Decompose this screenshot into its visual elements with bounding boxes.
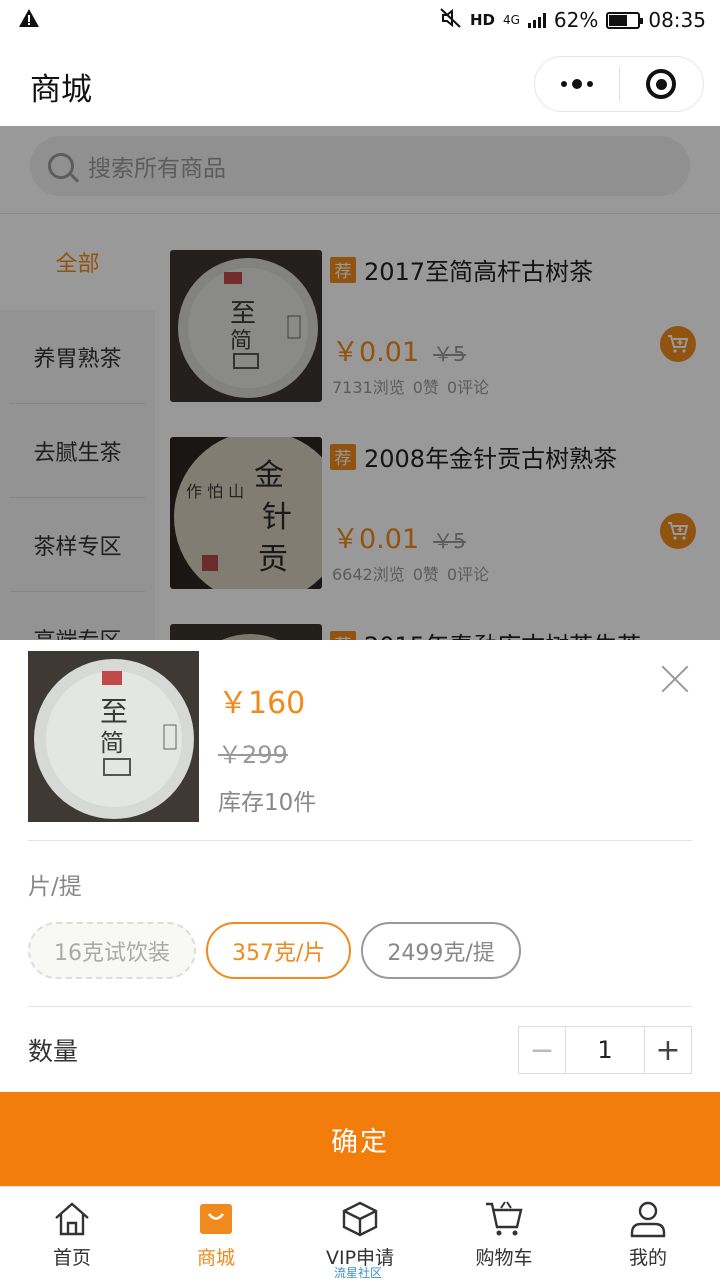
tab-cart[interactable]: 购物车 (432, 1187, 576, 1280)
spec-option-2499g[interactable]: 2499克/提 (361, 922, 521, 979)
tab-label: 商城 (196, 1247, 235, 1269)
decrease-button[interactable]: − (519, 1027, 565, 1073)
hd-icon: HD (469, 11, 495, 29)
signal-icon (527, 12, 546, 28)
user-icon (628, 1199, 668, 1239)
quantity-value[interactable]: 1 (565, 1027, 645, 1073)
mini-program-capsule (534, 56, 704, 112)
sheet-stock: 库存10件 (218, 790, 317, 816)
battery-icon (606, 11, 644, 29)
spec-label: 片/提 (28, 874, 82, 900)
nav-header: 商城 (0, 40, 720, 126)
tab-label: 首页 (52, 1247, 91, 1269)
close-miniprogram-button[interactable] (620, 57, 704, 111)
tab-label: 购物车 (475, 1247, 533, 1269)
tab-mine[interactable]: 我的 (576, 1187, 720, 1280)
sheet-product-image: 至 简 (28, 651, 199, 822)
watermark: 流星社区 (334, 1266, 383, 1280)
box-icon (340, 1199, 380, 1239)
more-button[interactable] (535, 57, 619, 111)
shop-bag-icon (196, 1199, 236, 1239)
confirm-button[interactable]: 确定 (0, 1092, 720, 1186)
clock: 08:35 (648, 8, 706, 32)
svg-text:至: 至 (100, 695, 128, 728)
spec-options: 16克试饮装 357克/片 2499克/提 (28, 922, 521, 979)
spec-selection-sheet: 至 简 ￥160 ￥299 库存10件 片/提 16克试饮装 357克/片 24… (0, 640, 720, 1186)
warning-icon (18, 8, 40, 33)
target-icon (646, 69, 677, 99)
sheet-price: ￥160 (218, 686, 306, 721)
divider (28, 840, 692, 841)
page-title: 商城 (30, 72, 92, 108)
more-dots-icon (560, 79, 593, 89)
quantity-label: 数量 (28, 1037, 79, 1066)
battery-percent: 62% (553, 8, 599, 32)
home-icon (52, 1199, 92, 1239)
modal-overlay[interactable] (0, 126, 720, 640)
sheet-original-price: ￥299 (218, 741, 288, 769)
tab-shop[interactable]: 商城 (144, 1187, 288, 1280)
increase-button[interactable]: + (645, 1027, 691, 1073)
tab-label: 我的 (628, 1247, 667, 1269)
close-icon[interactable] (660, 664, 690, 694)
mute-icon (440, 7, 462, 33)
cart-icon (484, 1199, 524, 1239)
svg-text:简: 简 (100, 729, 124, 757)
network-type: 4G (502, 13, 520, 27)
status-bar: HD 4G 62% 08:35 (0, 0, 720, 40)
divider (28, 1006, 692, 1007)
spec-option-357g[interactable]: 357克/片 (206, 922, 352, 979)
status-indicators: HD 4G 62% 08:35 (440, 7, 706, 33)
spec-option-16g[interactable]: 16克试饮装 (28, 922, 196, 979)
quantity-stepper: − 1 + (518, 1026, 692, 1074)
tab-home[interactable]: 首页 (0, 1187, 144, 1280)
